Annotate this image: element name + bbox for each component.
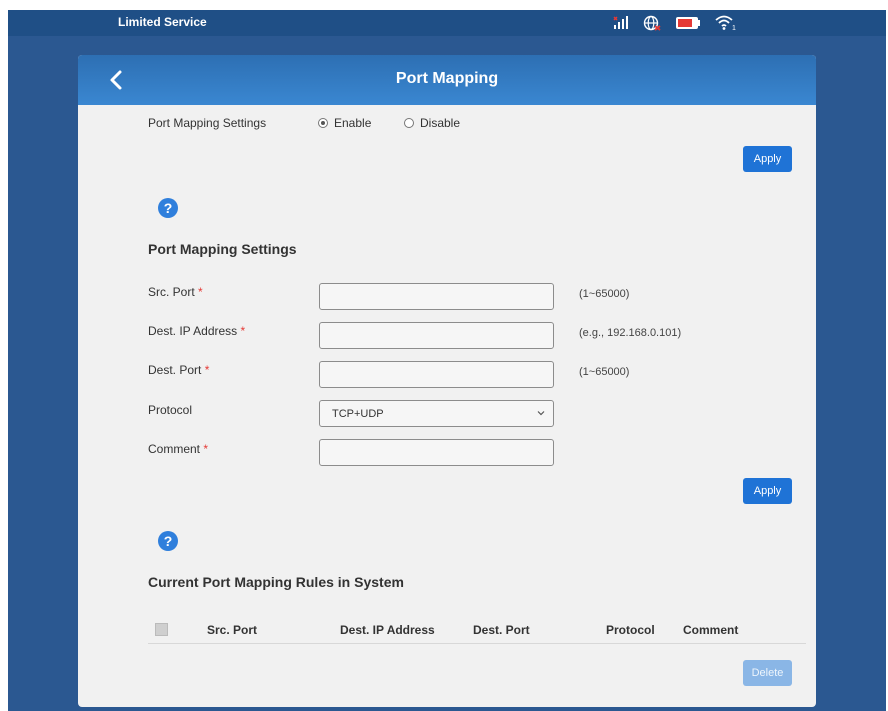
dest-ip-label: Dest. IP Address * xyxy=(148,324,245,338)
wifi-icon: 1 xyxy=(715,15,737,31)
comment-input[interactable] xyxy=(319,439,554,466)
column-header-dest-ip: Dest. IP Address xyxy=(340,623,435,637)
protocol-select[interactable]: TCP+UDP xyxy=(319,400,554,427)
dest-port-label-text: Dest. Port xyxy=(148,363,202,377)
src-port-label: Src. Port * xyxy=(148,285,203,299)
comment-label: Comment * xyxy=(148,442,208,456)
enable-radio-label: Enable xyxy=(334,116,372,130)
globe-disconnected-icon xyxy=(643,15,661,31)
disable-radio[interactable]: Disable xyxy=(404,116,460,130)
status-bar: Limited Service 1 xyxy=(8,10,886,36)
port-mapping-panel: Port Mapping Port Mapping Settings Enabl… xyxy=(78,55,816,707)
comment-label-text: Comment xyxy=(148,442,201,456)
status-icons: 1 xyxy=(613,13,737,33)
table-divider xyxy=(148,643,806,644)
required-mark: * xyxy=(240,324,246,338)
help-icon[interactable]: ? xyxy=(158,531,178,551)
dest-port-hint: (1~65000) xyxy=(579,366,630,378)
column-header-comment: Comment xyxy=(683,623,739,637)
rules-section-title: Current Port Mapping Rules in System xyxy=(148,574,404,590)
dest-port-input[interactable] xyxy=(319,361,554,388)
dest-ip-input[interactable] xyxy=(319,322,554,349)
mapping-toggle-label: Port Mapping Settings xyxy=(148,116,267,130)
column-header-dest-port: Dest. Port xyxy=(473,623,530,637)
device-screen: Limited Service 1 Port Mapping Port Mapp… xyxy=(8,10,886,711)
page-title: Port Mapping xyxy=(395,70,499,87)
disable-radio-button[interactable] xyxy=(404,118,414,128)
dest-ip-hint: (e.g., 192.168.0.101) xyxy=(579,327,682,339)
signal-icon xyxy=(613,16,629,30)
column-header-src-port: Src. Port xyxy=(207,623,258,637)
enable-radio[interactable]: Enable xyxy=(318,116,371,130)
settings-section-title: Port Mapping Settings xyxy=(148,241,297,257)
required-mark: * xyxy=(203,442,209,456)
src-port-input[interactable] xyxy=(319,283,554,310)
chevron-down-icon xyxy=(537,411,545,416)
help-icon[interactable]: ? xyxy=(158,198,178,218)
required-mark: * xyxy=(204,363,210,377)
select-all-checkbox[interactable] xyxy=(155,623,168,636)
dest-ip-label-text: Dest. IP Address xyxy=(148,324,238,338)
network-status: Limited Service xyxy=(118,15,207,29)
apply-settings-button[interactable]: Apply xyxy=(743,478,792,504)
column-header-protocol: Protocol xyxy=(606,623,655,637)
delete-button[interactable]: Delete xyxy=(743,660,792,686)
panel-header: Port Mapping xyxy=(78,55,816,105)
protocol-label: Protocol xyxy=(148,403,193,417)
wifi-client-count: 1 xyxy=(732,25,736,31)
battery-icon xyxy=(675,16,701,30)
apply-toggle-button[interactable]: Apply xyxy=(743,146,792,172)
src-port-hint: (1~65000) xyxy=(579,288,630,300)
dest-port-label: Dest. Port * xyxy=(148,363,209,377)
src-port-label-text: Src. Port xyxy=(148,285,195,299)
enable-radio-button[interactable] xyxy=(318,118,328,128)
required-mark: * xyxy=(198,285,203,299)
disable-radio-label: Disable xyxy=(420,116,461,130)
protocol-selected-value: TCP+UDP xyxy=(332,407,384,420)
